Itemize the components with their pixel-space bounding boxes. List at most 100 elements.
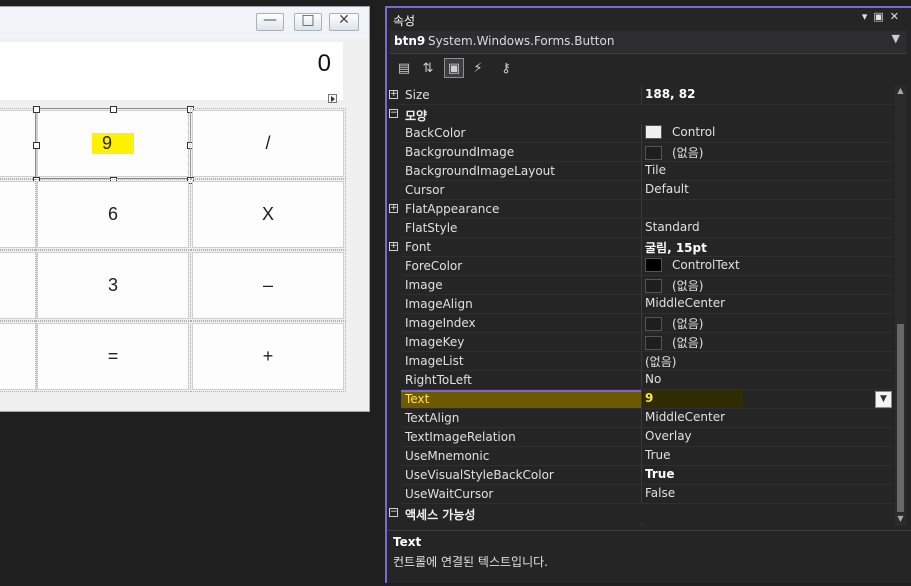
property-name: Text <box>405 392 430 406</box>
property-row[interactable]: BackgroundImageLayout Tile <box>387 162 893 181</box>
events-icon[interactable]: ⚡ <box>468 58 488 78</box>
calc-button[interactable] <box>0 108 39 179</box>
property-value[interactable]: 188, 82 <box>645 87 695 101</box>
property-value[interactable]: (없음) <box>645 334 703 351</box>
calculator-display[interactable]: 0 <box>0 42 343 100</box>
property-value[interactable]: (없음) <box>645 144 703 161</box>
resize-handle[interactable] <box>33 141 40 149</box>
calc-button[interactable]: 3 <box>35 250 191 321</box>
property-category[interactable]: − 모양 <box>387 105 893 124</box>
property-value[interactable]: (없음) <box>645 353 676 370</box>
properties-toolbar: ▤ ⇅ ▣ ⚡ ⚷ <box>390 55 906 83</box>
calc-button[interactable]: 6 <box>35 179 191 250</box>
property-row[interactable]: Image (없음) <box>387 276 893 295</box>
window-position-icon[interactable]: ▾ <box>862 10 874 23</box>
description-title: Text <box>393 535 422 549</box>
calc-button-label: X <box>261 204 274 224</box>
property-row[interactable]: BackgroundImage (없음) <box>387 143 893 162</box>
chevron-down-icon[interactable]: ▼ <box>875 391 892 408</box>
property-row[interactable]: AccessibleDescription <box>387 523 893 526</box>
property-value[interactable]: Default <box>645 182 689 196</box>
calc-button[interactable]: + <box>190 321 346 392</box>
calc-button[interactable] <box>0 250 39 321</box>
calc-button[interactable]: – <box>190 250 346 321</box>
object-selector[interactable]: btn9 System.Windows.Forms.Button ▼ <box>390 31 906 54</box>
close-panel-icon[interactable]: ✕ <box>890 10 905 23</box>
property-value[interactable]: MiddleCenter <box>645 410 725 424</box>
property-value[interactable]: Control <box>645 125 715 139</box>
property-row[interactable]: Text 9 ▼ <box>387 390 893 409</box>
property-value[interactable]: 9 <box>645 391 653 405</box>
property-value[interactable]: (없음) <box>645 315 703 332</box>
calc-button[interactable]: X <box>190 179 346 250</box>
property-row[interactable]: FlatStyle Standard <box>387 219 893 238</box>
property-row[interactable]: Cursor Default <box>387 181 893 200</box>
scroll-up-icon[interactable]: ▲ <box>895 86 906 98</box>
property-row[interactable]: + Font 굴림, 15pt <box>387 238 893 257</box>
property-value-text: Default <box>645 182 689 196</box>
property-row[interactable]: RightToLeft No <box>387 371 893 390</box>
form-titlebar: — □ ✕ <box>0 7 369 39</box>
expand-icon[interactable]: + <box>389 204 398 213</box>
property-row[interactable]: ImageIndex (없음) <box>387 314 893 333</box>
scroll-thumb[interactable] <box>897 324 904 512</box>
property-row[interactable]: UseMnemonic True <box>387 447 893 466</box>
property-row[interactable]: ForeColor ControlText <box>387 257 893 276</box>
property-pages-icon[interactable]: ⚷ <box>496 58 516 78</box>
calc-button[interactable] <box>0 179 39 250</box>
calc-button-label: 6 <box>107 204 118 224</box>
property-value[interactable]: No <box>645 372 661 386</box>
property-row[interactable]: TextImageRelation Overlay <box>387 428 893 447</box>
property-row[interactable]: UseVisualStyleBackColor True <box>387 466 893 485</box>
scroll-down-icon[interactable]: ▼ <box>895 514 906 526</box>
maximize-button[interactable]: □ <box>294 12 322 31</box>
property-value[interactable]: MiddleCenter <box>645 296 725 310</box>
property-name: Size <box>405 88 430 102</box>
restore-icon[interactable]: ▣ <box>873 10 889 23</box>
property-value[interactable]: False <box>645 486 675 500</box>
property-row[interactable]: UseWaitCursor False <box>387 485 893 504</box>
property-value[interactable]: 굴림, 15pt <box>645 239 707 256</box>
property-row[interactable]: + Size 188, 82 <box>387 86 893 105</box>
collapse-icon[interactable]: − <box>389 508 398 517</box>
close-button[interactable]: ✕ <box>329 12 359 31</box>
property-name: AccessibleDescription <box>405 525 536 526</box>
property-row[interactable]: ImageAlign MiddleCenter <box>387 295 893 314</box>
property-value[interactable]: True <box>645 448 671 462</box>
property-name: ImageKey <box>405 335 465 349</box>
property-row[interactable]: + FlatAppearance <box>387 200 893 219</box>
property-value-text: No <box>645 372 662 386</box>
color-swatch <box>645 279 662 293</box>
property-value[interactable]: Standard <box>645 220 700 234</box>
property-row[interactable]: ImageKey (없음) <box>387 333 893 352</box>
calc-button[interactable]: 9 <box>35 108 191 179</box>
property-value[interactable]: ControlText <box>645 258 740 272</box>
properties-icon[interactable]: ▣ <box>444 58 464 78</box>
property-category[interactable]: − 액세스 가능성 <box>387 504 893 523</box>
alphabetical-icon[interactable]: ⇅ <box>418 58 438 78</box>
calc-button-label: / <box>265 133 271 153</box>
expand-icon[interactable]: + <box>389 242 398 251</box>
resize-handle[interactable] <box>33 106 40 113</box>
calc-button-label: + <box>262 346 274 366</box>
calc-button[interactable]: / <box>190 108 346 179</box>
property-row[interactable]: BackColor Control <box>387 124 893 143</box>
chevron-down-icon[interactable]: ▼ <box>892 32 900 45</box>
calc-button[interactable] <box>0 321 39 392</box>
property-row[interactable]: TextAlign MiddleCenter <box>387 409 893 428</box>
resize-handle[interactable] <box>110 106 117 113</box>
property-value[interactable]: True <box>645 467 674 481</box>
property-row[interactable]: ImageList (없음) <box>387 352 893 371</box>
calc-button[interactable]: = <box>35 321 191 392</box>
property-value-text: 188, 82 <box>645 87 696 101</box>
calc-button-label: = <box>107 346 119 366</box>
property-value[interactable]: (없음) <box>645 277 703 294</box>
minimize-button[interactable]: — <box>256 12 284 31</box>
property-value[interactable]: Tile <box>645 163 666 177</box>
collapse-icon[interactable]: − <box>389 109 398 118</box>
expand-icon[interactable]: + <box>389 90 398 99</box>
property-value[interactable]: Overlay <box>645 429 692 443</box>
smart-tag-icon[interactable] <box>328 94 337 103</box>
property-grid-scrollbar[interactable]: ▲ ▼ <box>895 86 906 526</box>
categorized-icon[interactable]: ▤ <box>394 58 414 78</box>
